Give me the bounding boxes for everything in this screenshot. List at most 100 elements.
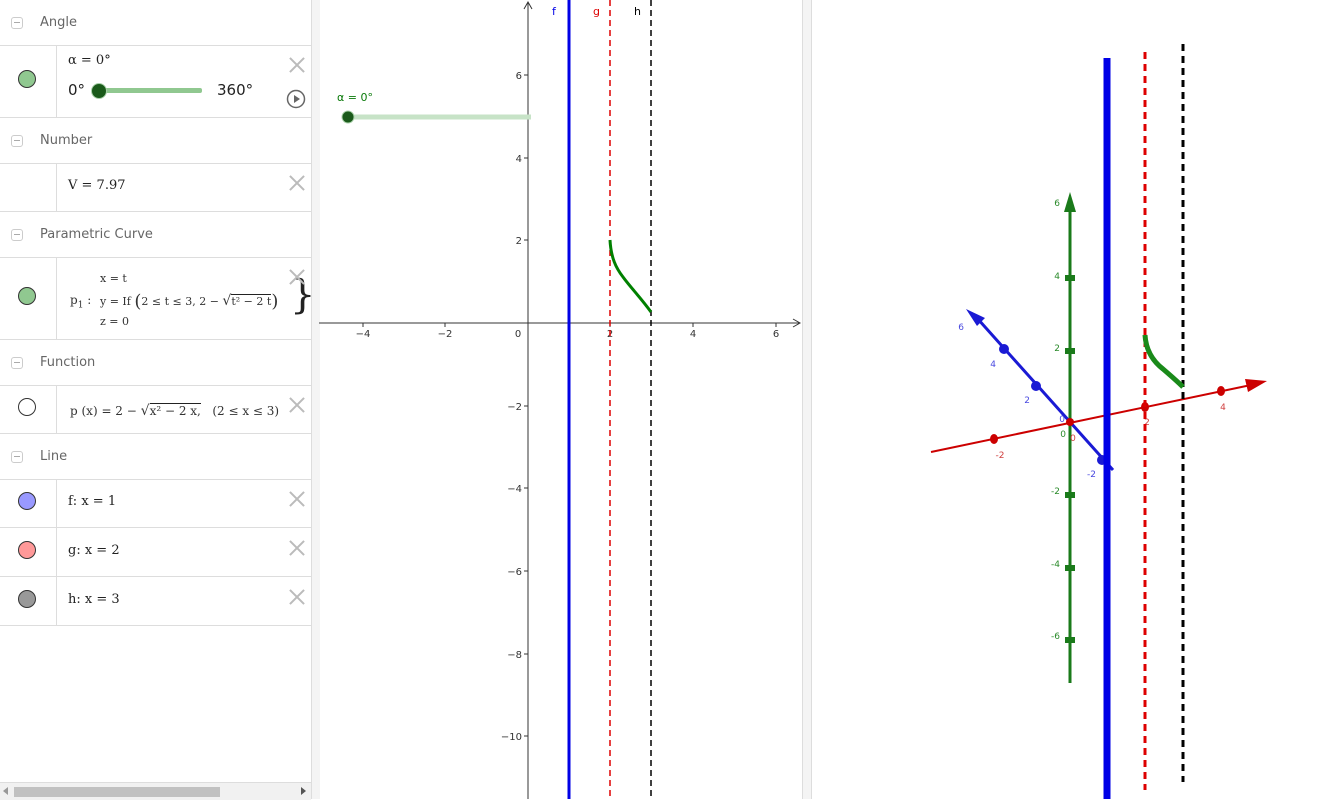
line-f-label: f bbox=[552, 5, 557, 18]
function-radicand: x² − 2 x, bbox=[149, 403, 201, 418]
curve-name-sub: 1 bbox=[77, 300, 84, 311]
sqrt-sign-icon: √ bbox=[222, 293, 232, 309]
collapse-icon[interactable] bbox=[11, 357, 23, 369]
section-header-angle[interactable]: Angle bbox=[0, 0, 311, 46]
line-f-definition[interactable]: f: x = 1 bbox=[68, 494, 116, 509]
delete-icon[interactable] bbox=[289, 57, 305, 73]
section-header-number[interactable]: Number bbox=[0, 118, 311, 164]
play-icon[interactable] bbox=[286, 89, 306, 109]
algebra-item-p1[interactable]: p1 : x = t y = If (2 ≤ t ≤ 3, 2 − √t² − … bbox=[0, 257, 315, 340]
section-header-parametric-curve[interactable]: Parametric Curve bbox=[0, 212, 311, 258]
collapse-icon[interactable] bbox=[11, 17, 23, 29]
marble-cell bbox=[0, 528, 57, 576]
line-h-label: h bbox=[634, 5, 641, 18]
y-tick-label: 2 bbox=[516, 236, 522, 247]
y-tick-label: 4 bbox=[990, 360, 996, 370]
x-tick-label: 4 bbox=[690, 329, 696, 340]
x-tick-label: 4 bbox=[1220, 403, 1226, 413]
alpha-slider-handle[interactable] bbox=[91, 83, 107, 99]
curve-z-line: z = 0 bbox=[100, 315, 130, 328]
alpha-definition[interactable]: α = 0° bbox=[68, 53, 111, 68]
curve-y-cond: 2 ≤ t ≤ 3, 2 − bbox=[141, 295, 219, 308]
function-p-curve[interactable] bbox=[608, 239, 653, 313]
curve-name-letter: p bbox=[70, 293, 78, 307]
graphics-view-3d[interactable]: 6 4 2 0 -2 -4 -6 6 4 2 0 -2 -2 0 2 4 bbox=[811, 0, 1331, 799]
visibility-toggle[interactable] bbox=[18, 590, 36, 608]
scroll-left-icon[interactable] bbox=[3, 787, 8, 795]
origin-point bbox=[1066, 418, 1074, 426]
z-tick-label: -4 bbox=[1051, 560, 1060, 570]
y-tick-label: −10 bbox=[501, 732, 522, 743]
visibility-toggle[interactable] bbox=[18, 398, 36, 416]
delete-icon[interactable] bbox=[289, 269, 305, 285]
z-tick-label: -6 bbox=[1051, 632, 1060, 642]
delete-icon[interactable] bbox=[289, 589, 305, 605]
line-h-definition[interactable]: h: x = 3 bbox=[68, 592, 120, 607]
y-tick-label: −6 bbox=[507, 567, 522, 578]
marble-cell bbox=[0, 45, 57, 117]
curve-y-radicand: t² − 2 t bbox=[231, 294, 272, 308]
x-tick-label: 6 bbox=[773, 329, 779, 340]
paren-close: ) bbox=[271, 291, 279, 312]
y-axis bbox=[523, 0, 533, 799]
line-g-label: g bbox=[593, 5, 600, 18]
marble-cell bbox=[0, 163, 57, 211]
section-title: Line bbox=[40, 449, 68, 464]
section-header-function[interactable]: Function bbox=[0, 340, 311, 386]
algebra-item-alpha[interactable]: α = 0° 0° 360° bbox=[0, 45, 311, 118]
marble-cell bbox=[0, 479, 57, 527]
y-tick-label: −2 bbox=[507, 402, 522, 413]
y-tick-label: 4 bbox=[516, 154, 522, 165]
visibility-toggle[interactable] bbox=[18, 492, 36, 510]
section-title: Angle bbox=[40, 15, 77, 30]
sqrt-sign-icon: √ bbox=[140, 403, 150, 419]
x-axis-3d bbox=[930, 379, 1267, 453]
curve-y-line: y = If (2 ≤ t ≤ 3, 2 − √t² − 2 t) bbox=[100, 291, 278, 312]
section-title: Number bbox=[40, 133, 93, 148]
slider-max-label: 360° bbox=[217, 81, 254, 99]
x-tick-label: 0 bbox=[515, 329, 521, 340]
visibility-toggle[interactable] bbox=[18, 287, 36, 305]
algebra-item-p[interactable]: p (x) = 2 − √x² − 2 x, (2 ≤ x ≤ 3) bbox=[0, 385, 311, 434]
v-definition[interactable]: V = 7.97 bbox=[68, 178, 126, 193]
delete-icon[interactable] bbox=[289, 397, 305, 413]
horizontal-scrollbar[interactable] bbox=[0, 782, 311, 800]
x-tick-label: 0 bbox=[1070, 434, 1076, 444]
collapse-icon[interactable] bbox=[11, 229, 23, 241]
scroll-right-icon[interactable] bbox=[301, 787, 306, 795]
x-tick-label: −4 bbox=[356, 329, 371, 340]
section-header-line[interactable]: Line bbox=[0, 434, 311, 480]
y-tick-label: 6 bbox=[516, 71, 522, 82]
y-tick-label: -2 bbox=[1087, 470, 1096, 480]
visibility-toggle[interactable] bbox=[18, 541, 36, 559]
function-head: p (x) = 2 − bbox=[70, 404, 137, 418]
function-definition[interactable]: p (x) = 2 − √x² − 2 x, (2 ≤ x ≤ 3) bbox=[70, 403, 279, 419]
curve-y-if: y = If bbox=[100, 295, 131, 308]
scrollbar-thumb[interactable] bbox=[14, 787, 220, 797]
marble-cell bbox=[0, 577, 57, 625]
algebra-item-f[interactable]: f: x = 1 bbox=[0, 479, 311, 528]
visibility-toggle[interactable] bbox=[18, 70, 36, 88]
z-tick-label: 0 bbox=[1060, 430, 1066, 440]
marble-cell bbox=[0, 385, 57, 433]
line-g-definition[interactable]: g: x = 2 bbox=[68, 543, 120, 558]
delete-icon[interactable] bbox=[289, 491, 305, 507]
algebra-item-v[interactable]: V = 7.97 bbox=[0, 163, 311, 212]
z-tick-label: 2 bbox=[1054, 344, 1060, 354]
curve-p1-3d[interactable] bbox=[1142, 334, 1185, 389]
graphics-view-2d[interactable]: −4 −2 0 2 4 6 6 4 2 −2 −4 −6 −8 −10 f g … bbox=[319, 0, 802, 799]
delete-icon[interactable] bbox=[289, 175, 305, 191]
slider-alpha-handle[interactable] bbox=[341, 110, 355, 124]
y-tick-label: 2 bbox=[1024, 396, 1030, 406]
collapse-icon[interactable] bbox=[11, 135, 23, 147]
alpha-slider-track[interactable] bbox=[98, 88, 202, 93]
z-tick-label: -2 bbox=[1051, 487, 1060, 497]
collapse-icon[interactable] bbox=[11, 451, 23, 463]
algebra-item-g[interactable]: g: x = 2 bbox=[0, 528, 311, 577]
y-axis-3d bbox=[966, 309, 1115, 472]
x-tick-label: -2 bbox=[996, 451, 1005, 461]
y-tick-label: 6 bbox=[958, 323, 964, 333]
algebra-item-h[interactable]: h: x = 3 bbox=[0, 577, 311, 626]
function-condition: (2 ≤ x ≤ 3) bbox=[212, 404, 280, 418]
delete-icon[interactable] bbox=[289, 540, 305, 556]
